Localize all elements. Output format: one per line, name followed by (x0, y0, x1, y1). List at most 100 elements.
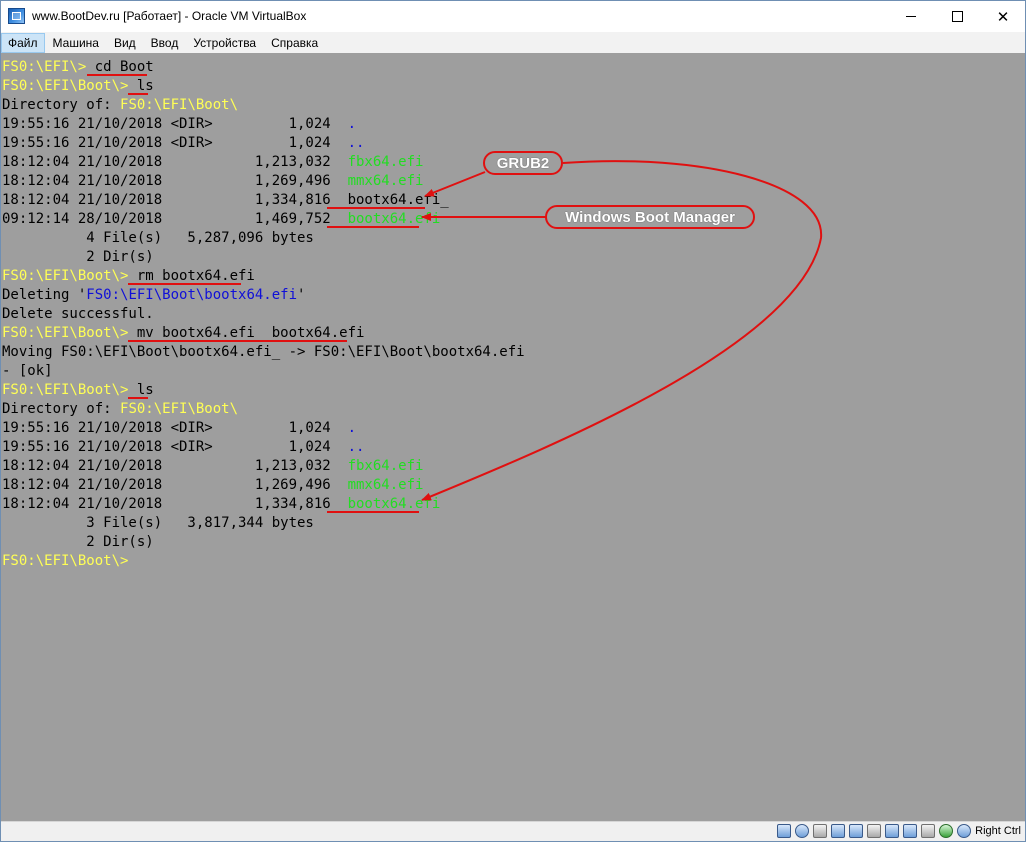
console-line: 3 File(s) 3,817,344 bytes (2, 514, 525, 533)
menu-file[interactable]: Файл (1, 32, 45, 53)
console-line: FS0:\EFI\> cd Boot (2, 58, 525, 77)
vm-screen[interactable]: FS0:\EFI\> cd Boot FS0:\EFI\Boot\> ls Dire… (1, 53, 1025, 821)
console-line: 19:55:16 21/10/2018 <DIR> 1,024 .. (2, 438, 525, 457)
windows-boot-manager-callout: Windows Boot Manager (545, 205, 755, 229)
console-text-black: 18:12:04 21/10/2018 1,269,496 (2, 477, 348, 493)
console-text-black: 19:55:16 21/10/2018 <DIR> 1,024 (2, 135, 348, 151)
hard-disk-icon[interactable] (777, 824, 792, 838)
console-line: Directory of: FS0:\EFI\Boot\ (2, 96, 525, 115)
optical-drive-icon[interactable] (795, 824, 810, 838)
console-line: 18:12:04 21/10/2018 1,269,496 mmx64.efi (2, 476, 525, 495)
console-text-green: mmx64.efi (347, 173, 424, 189)
console-text-green: mmx64.efi (347, 477, 424, 493)
minimize-button[interactable] (888, 1, 934, 32)
console-line: 4 File(s) 5,287,096 bytes (2, 229, 525, 248)
console-text-black: 2 Dir(s) (2, 534, 154, 550)
console-text-black: mv bootx64.efi_ bootx64.efi (136, 325, 365, 341)
console-text-black: 19:55:16 21/10/2018 <DIR> 1,024 (2, 420, 348, 436)
console-text-black: 18:12:04 21/10/2018 1,334,816 (2, 192, 348, 208)
console-text-black: 4 File(s) 5,287,096 bytes (2, 230, 314, 246)
console-text-blue: .. (347, 439, 365, 455)
console-text-black: 18:12:04 21/10/2018 1,269,496 (2, 173, 348, 189)
title-bar[interactable]: www.BootDev.ru [Работает] - Oracle VM Vi… (1, 1, 1025, 32)
display-icon[interactable] (885, 824, 900, 838)
console-line: FS0:\EFI\Boot\> mv bootx64.efi_ bootx64.… (2, 324, 525, 343)
shared-folders-icon[interactable] (867, 824, 882, 838)
console-text-prompt: FS0:\EFI\Boot\ (120, 401, 239, 417)
console-line: 09:12:14 28/10/2018 1,469,752 bootx64.ef… (2, 210, 525, 229)
cpu-icon[interactable] (921, 824, 936, 838)
menu-machine[interactable]: Машина (46, 33, 106, 53)
video-capture-icon[interactable] (903, 824, 918, 838)
efi-shell-console: FS0:\EFI\> cd Boot FS0:\EFI\Boot\> ls Dire… (2, 58, 525, 571)
audio-icon[interactable] (813, 824, 828, 838)
console-line: 2 Dir(s) (2, 248, 525, 267)
virtualbox-app-icon (8, 8, 25, 24)
menu-view[interactable]: Вид (107, 33, 143, 53)
console-text-prompt: FS0:\EFI\> (2, 59, 95, 75)
network-icon[interactable] (831, 824, 846, 838)
console-line: 18:12:04 21/10/2018 1,334,816 bootx64.ef… (2, 495, 525, 514)
console-line: 19:55:16 21/10/2018 <DIR> 1,024 . (2, 419, 525, 438)
console-line: 18:12:04 21/10/2018 1,334,816 bootx64.ef… (2, 191, 525, 210)
host-key-icon[interactable] (957, 824, 972, 838)
console-text-black: 18:12:04 21/10/2018 1,213,032 (2, 154, 348, 170)
console-text-black: Deleting ' (2, 287, 87, 303)
console-text-green: fbx64.efi (347, 154, 424, 170)
menu-help[interactable]: Справка (264, 33, 325, 53)
console-line: 19:55:16 21/10/2018 <DIR> 1,024 . (2, 115, 525, 134)
console-text-black: 19:55:16 21/10/2018 <DIR> 1,024 (2, 116, 348, 132)
console-text-green: fbx64.efi (347, 458, 424, 474)
console-line: Moving FS0:\EFI\Boot\bootx64.efi_ -> FS0… (2, 343, 525, 362)
console-text-green: bootx64.efi (347, 211, 441, 227)
menu-devices[interactable]: Устройства (186, 33, 263, 53)
console-text-black: rm bootx64.efi (136, 268, 255, 284)
console-text-black: ls (136, 382, 154, 398)
console-line: Deleting 'FS0:\EFI\Boot\bootx64.efi' (2, 286, 525, 305)
usb-icon[interactable] (849, 824, 864, 838)
maximize-button[interactable] (934, 1, 980, 32)
status-tray: Right Ctrl (773, 824, 1021, 838)
console-text-black: - [ok] (2, 363, 53, 379)
console-text-black: Moving FS0:\EFI\Boot\bootx64.efi_ -> FS0… (2, 344, 525, 360)
console-text-blue: FS0:\EFI\Boot\bootx64.efi (86, 287, 298, 303)
console-line: FS0:\EFI\Boot\> rm bootx64.efi (2, 267, 525, 286)
console-text-black: 09:12:14 28/10/2018 1,469,752 (2, 211, 348, 227)
console-line: FS0:\EFI\Boot\> ls (2, 77, 525, 96)
console-text-black: 3 File(s) 3,817,344 bytes (2, 515, 314, 531)
console-text-prompt: FS0:\EFI\Boot\> (2, 382, 137, 398)
window-title: www.BootDev.ru [Работает] - Oracle VM Vi… (32, 9, 307, 23)
console-text-black: 2 Dir(s) (2, 249, 154, 265)
console-text-blue: . (347, 116, 357, 132)
console-text-black: 18:12:04 21/10/2018 1,334,816 (2, 496, 348, 512)
menu-bar: Файл Машина Вид Ввод Устройства Справка (1, 32, 1025, 53)
console-line: - [ok] (2, 362, 525, 381)
console-text-prompt: FS0:\EFI\Boot\> (2, 325, 137, 341)
console-line: 18:12:04 21/10/2018 1,213,032 fbx64.efi (2, 153, 525, 172)
close-icon: ✕ (996, 7, 1010, 26)
console-text-black: cd Boot (94, 59, 154, 75)
console-text-prompt: FS0:\EFI\Boot\> (2, 553, 129, 569)
mouse-integration-icon[interactable] (939, 824, 954, 838)
status-bar: Right Ctrl (1, 821, 1025, 841)
console-text-black: Directory of: (2, 401, 121, 417)
console-text-black: ls (136, 78, 154, 94)
console-line: Delete successful. (2, 305, 525, 324)
console-text-prompt: FS0:\EFI\Boot\> (2, 268, 137, 284)
console-line: 2 Dir(s) (2, 533, 525, 552)
console-line: Directory of: FS0:\EFI\Boot\ (2, 400, 525, 419)
minimize-icon (906, 16, 916, 17)
console-text-black: 18:12:04 21/10/2018 1,213,032 (2, 458, 348, 474)
menu-input[interactable]: Ввод (144, 33, 186, 53)
console-text-black: Delete successful. (2, 306, 154, 322)
console-text-black: ' (297, 287, 306, 303)
console-line: 18:12:04 21/10/2018 1,213,032 fbx64.efi (2, 457, 525, 476)
console-text-black: 19:55:16 21/10/2018 <DIR> 1,024 (2, 439, 348, 455)
console-text-green: bootx64.efi (347, 496, 441, 512)
close-button[interactable]: ✕ (980, 1, 1026, 32)
console-text-prompt: FS0:\EFI\Boot\> (2, 78, 137, 94)
virtualbox-window: www.BootDev.ru [Работает] - Oracle VM Vi… (0, 0, 1026, 842)
grub2-callout: GRUB2 (483, 151, 563, 175)
console-text-black: bootx64.efi_ (347, 192, 449, 208)
console-text-blue: . (347, 420, 357, 436)
